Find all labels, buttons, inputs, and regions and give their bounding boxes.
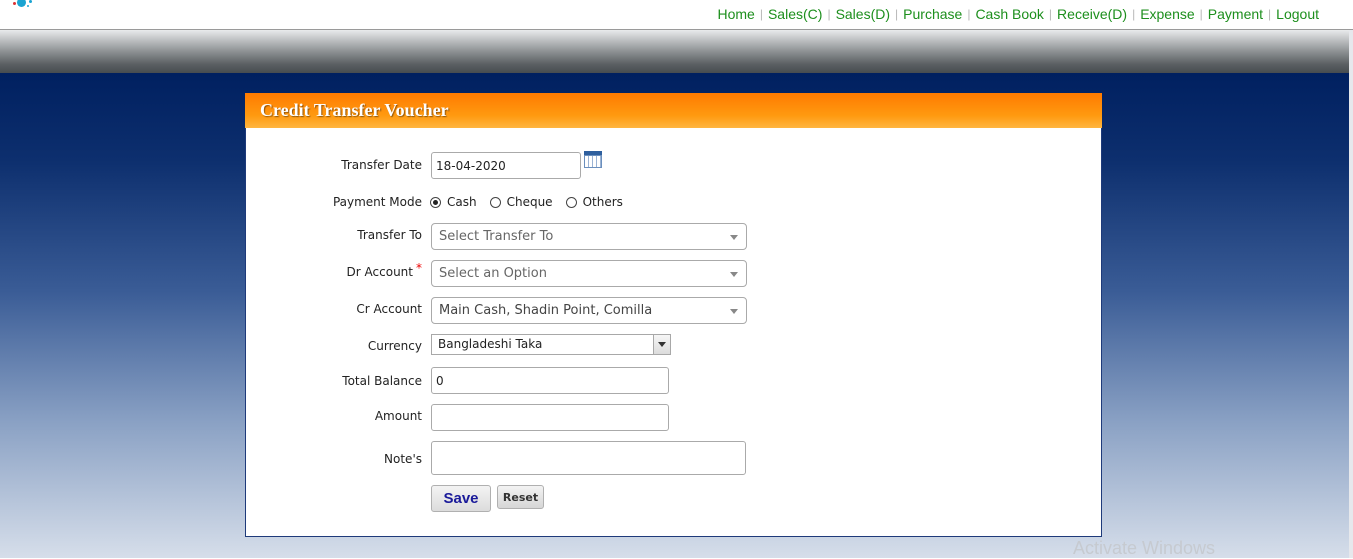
calendar-icon[interactable] [584, 151, 602, 168]
app-logo-icon[interactable] [10, 0, 50, 14]
cr-account-value: Main Cash, Shadin Point, Comilla [439, 303, 653, 318]
activate-windows-watermark: Activate Windows [1073, 538, 1216, 558]
radio-cheque-label: Cheque [506, 195, 553, 209]
required-mark: * [416, 261, 422, 275]
total-balance-label: Total Balance [342, 374, 422, 388]
nav-separator: | [1199, 7, 1203, 21]
radio-cash-label: Cash [447, 195, 477, 209]
chevron-down-icon [730, 272, 738, 277]
nav-sales-d[interactable]: Sales(D) [836, 6, 890, 22]
notes-input[interactable] [431, 441, 746, 475]
nav-logout[interactable]: Logout [1276, 6, 1319, 22]
radio-others-label: Others [582, 195, 623, 209]
nav-separator: | [1268, 7, 1272, 21]
transfer-to-select[interactable]: Select Transfer To [431, 223, 747, 250]
scrollbar-track[interactable] [1349, 30, 1353, 558]
payment-mode-label: Payment Mode [332, 195, 422, 209]
chevron-down-icon [730, 309, 738, 314]
notes-label: Note's [384, 452, 422, 466]
panel-title: Credit Transfer Voucher [245, 93, 1102, 128]
nav-separator: | [759, 7, 763, 21]
cr-account-select[interactable]: Main Cash, Shadin Point, Comilla [431, 297, 747, 324]
cr-account-label: Cr Account [356, 302, 422, 316]
nav-separator: | [967, 7, 971, 21]
radio-others[interactable] [565, 196, 577, 208]
dr-account-select[interactable]: Select an Option [431, 260, 747, 287]
nav-home[interactable]: Home [717, 6, 754, 22]
amount-input[interactable] [431, 404, 669, 431]
nav-separator: | [827, 7, 831, 21]
nav-separator: | [1048, 7, 1053, 21]
nav-separator: | [895, 7, 899, 21]
dr-account-label-text: Dr Account [346, 265, 413, 279]
nav-separator: | [1132, 7, 1136, 21]
currency-select[interactable]: Bangladeshi Taka [431, 334, 671, 355]
radio-cheque[interactable] [489, 196, 501, 208]
payment-mode-group: Cash Cheque Others [430, 195, 636, 209]
payment-mode-others[interactable]: Others [565, 195, 623, 209]
currency-label: Currency [367, 339, 422, 353]
save-button[interactable]: Save [431, 485, 491, 512]
payment-mode-cheque[interactable]: Cheque [489, 195, 553, 209]
nav-receive-d[interactable]: Receive(D) [1057, 6, 1127, 22]
nav-payment[interactable]: Payment [1208, 6, 1263, 22]
dr-account-placeholder: Select an Option [439, 266, 547, 281]
nav-purchase[interactable]: Purchase [903, 6, 962, 22]
nav-sales-c[interactable]: Sales(C) [768, 6, 822, 22]
top-bar: Home | Sales(C) | Sales(D) | Purchase | Cash… [0, 0, 1353, 30]
amount-label: Amount [374, 409, 422, 423]
total-balance-input[interactable] [431, 367, 669, 394]
nav-cash-book[interactable]: Cash Book [975, 6, 1043, 22]
credit-transfer-voucher-panel: Credit Transfer Voucher Transfer Date Pa… [245, 93, 1102, 537]
dr-account-label: Dr Account * [346, 261, 422, 279]
currency-value: Bangladeshi Taka [438, 337, 543, 351]
chevron-down-icon[interactable] [653, 335, 670, 354]
transfer-date-label: Transfer Date [341, 158, 422, 172]
chevron-down-icon [730, 235, 738, 240]
payment-mode-cash[interactable]: Cash [430, 195, 477, 209]
header-band [0, 30, 1353, 73]
nav-expense[interactable]: Expense [1140, 6, 1194, 22]
transfer-date-input[interactable] [431, 152, 581, 179]
transfer-to-label: Transfer To [357, 228, 422, 242]
radio-cash[interactable] [430, 196, 441, 208]
reset-button[interactable]: Reset [497, 485, 544, 509]
main-nav: Home | Sales(C) | Sales(D) | Purchase | Cash… [717, 6, 1319, 22]
transfer-to-placeholder: Select Transfer To [439, 229, 554, 244]
